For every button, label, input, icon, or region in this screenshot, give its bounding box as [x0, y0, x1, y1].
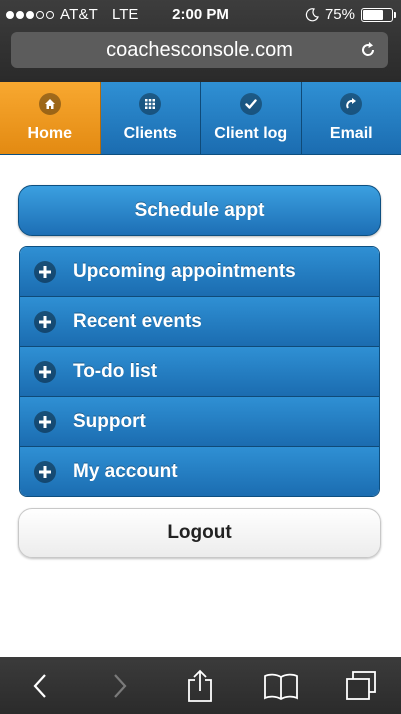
- section-label: My account: [73, 461, 178, 482]
- section-todo-list[interactable]: To-do list: [20, 347, 379, 397]
- forward-arrow-icon: [114, 673, 127, 698]
- section-label: To-do list: [73, 360, 158, 382]
- plus-icon: [34, 310, 56, 333]
- tab-label: Clients: [123, 125, 177, 142]
- tab-label: Email: [329, 125, 373, 142]
- tab-label: Home: [27, 125, 72, 142]
- tab-home[interactable]: Home: [0, 82, 101, 154]
- tab-label: Client log: [214, 125, 288, 142]
- grid-icon: [139, 93, 162, 115]
- battery-percent: 75%: [324, 6, 355, 23]
- section-label: Recent events: [73, 310, 202, 332]
- browser-toolbar: [0, 657, 401, 714]
- moon-icon: [305, 7, 319, 21]
- book-icon: [263, 673, 298, 700]
- reply-arrow-icon: [340, 93, 363, 115]
- browser-chrome: AT&T LTE 2:00 PM 75% coachesconsole.com: [0, 0, 401, 82]
- schedule-appt-button[interactable]: Schedule appt: [18, 185, 381, 236]
- reload-icon[interactable]: [358, 40, 378, 60]
- logout-button[interactable]: Logout: [18, 508, 381, 558]
- url-text: coachesconsole.com: [106, 38, 293, 61]
- plus-icon: [34, 410, 56, 433]
- status-right: 75%: [305, 6, 396, 23]
- status-bar: AT&T LTE 2:00 PM 75%: [0, 0, 401, 28]
- check-icon: [239, 93, 262, 115]
- section-upcoming-appointments[interactable]: Upcoming appointments: [20, 247, 379, 297]
- sections-accordion: Upcoming appointments Recent events To-d…: [19, 246, 380, 497]
- main-nav: Home Clients Client log Email: [0, 82, 401, 155]
- section-label: Upcoming appointments: [73, 260, 296, 282]
- forward-button[interactable]: [100, 666, 140, 706]
- bookmarks-button[interactable]: [261, 666, 301, 706]
- section-my-account[interactable]: My account: [20, 447, 379, 496]
- plus-icon: [34, 461, 56, 483]
- tabs-button[interactable]: [341, 666, 381, 706]
- section-support[interactable]: Support: [20, 397, 379, 447]
- tab-email[interactable]: Email: [301, 82, 401, 154]
- back-arrow-icon: [33, 673, 46, 698]
- tabs-icon: [345, 670, 376, 700]
- share-button[interactable]: [180, 666, 220, 706]
- battery-icon: [361, 7, 396, 22]
- plus-icon: [34, 260, 56, 283]
- section-label: Support: [73, 410, 146, 432]
- plus-icon: [34, 360, 56, 383]
- battery-fill: [363, 9, 383, 20]
- section-recent-events[interactable]: Recent events: [20, 297, 379, 347]
- tab-client-log[interactable]: Client log: [201, 82, 302, 154]
- tab-clients[interactable]: Clients: [100, 82, 201, 154]
- back-button[interactable]: [20, 666, 60, 706]
- home-icon: [38, 93, 61, 115]
- share-icon: [188, 669, 213, 702]
- url-bar[interactable]: coachesconsole.com: [11, 32, 388, 68]
